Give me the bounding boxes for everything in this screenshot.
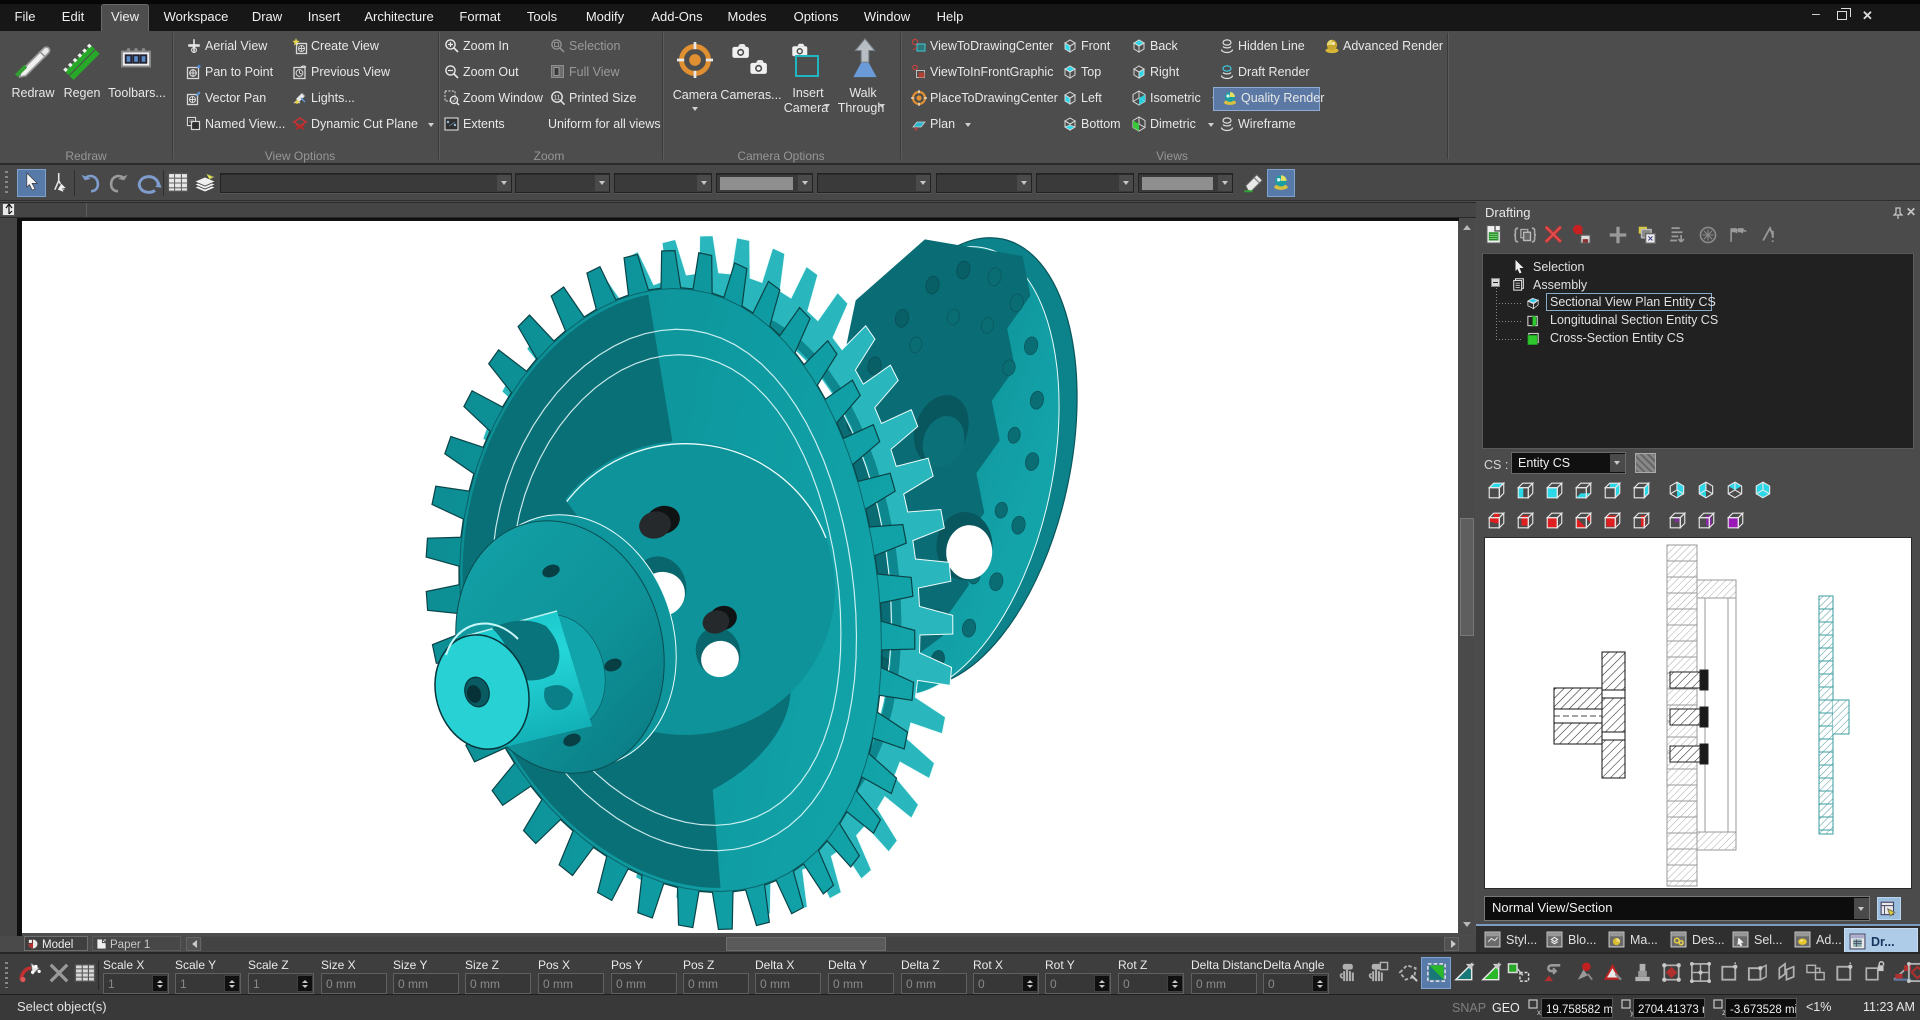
svg-text:11: 11 [554,94,561,101]
